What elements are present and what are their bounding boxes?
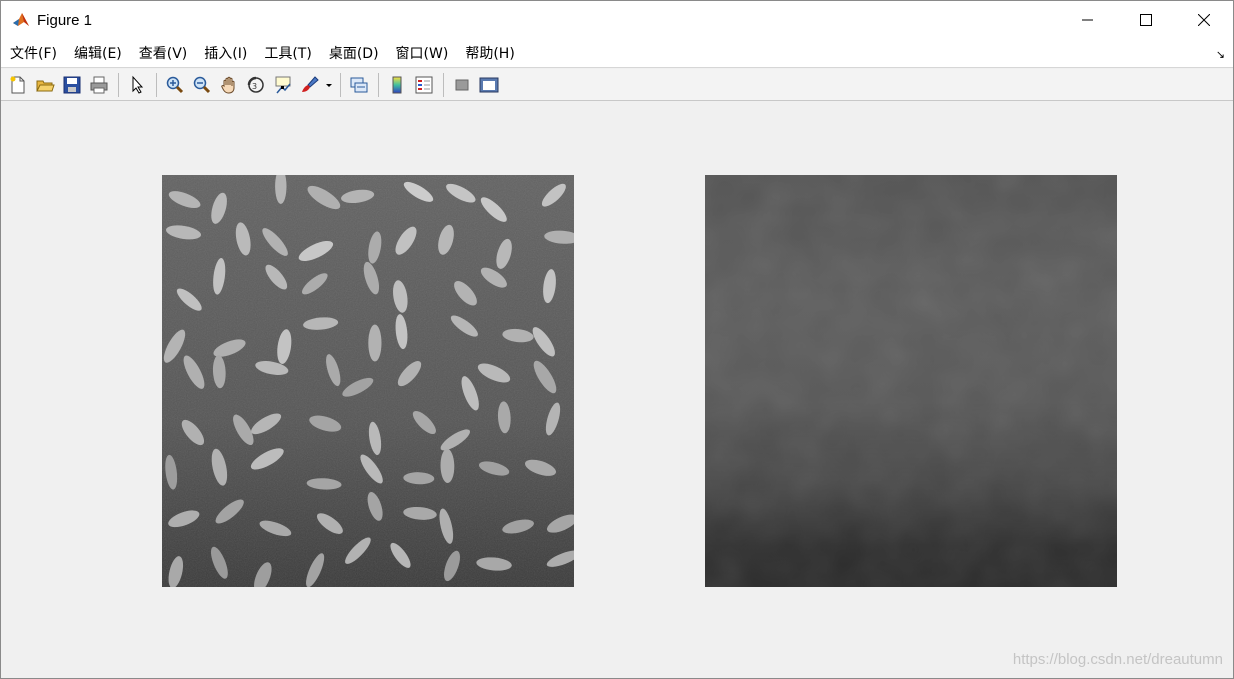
rotate-3d-icon[interactable]: 3 [243,72,269,98]
menu-window[interactable]: 窗口(W) [396,43,449,63]
menu-edit[interactable]: 编辑(E) [74,43,122,63]
menu-insert[interactable]: 插入(I) [204,43,247,63]
link-plot-icon[interactable] [346,72,372,98]
maximize-button[interactable] [1117,1,1175,39]
toolbar-separator [378,72,379,97]
minimize-button[interactable] [1059,1,1117,39]
figure-toolbar: 3 [1,69,1233,101]
title-bar: Figure 1 [1,1,1233,39]
menu-help[interactable]: 帮助(H) [465,43,514,63]
window-title: Figure 1 [37,11,93,29]
menu-tools[interactable]: 工具(T) [264,43,311,63]
select-arrow-icon[interactable] [124,72,150,98]
data-cursor-icon[interactable] [270,72,296,98]
new-figure-icon[interactable] [5,72,31,98]
pan-hand-icon[interactable] [216,72,242,98]
open-file-icon[interactable] [32,72,58,98]
menu-desktop[interactable]: 桌面(D) [329,43,379,63]
maximize-icon [1140,14,1152,26]
toolbar-separator [156,72,157,97]
toolbar-separator [118,72,119,97]
brush-icon[interactable] [297,72,323,98]
rice-grain [368,324,382,362]
axes-left-rice-image[interactable] [162,168,581,593]
watermark-text: https://blog.csdn.net/dreautumn [1012,651,1223,668]
menu-view[interactable]: 查看(V) [139,43,188,63]
show-plot-tools-icon[interactable] [476,72,502,98]
brush-dropdown-icon[interactable] [324,72,334,98]
hide-plot-tools-icon[interactable] [449,72,475,98]
minimize-icon [1082,19,1093,21]
menu-file[interactable]: 文件(F) [10,43,57,63]
axes-right-background-image[interactable] [705,175,1117,587]
background-estimate-image [705,175,1117,587]
print-icon[interactable] [86,72,112,98]
svg-text:3: 3 [252,82,257,91]
legend-icon[interactable] [411,72,437,98]
rice-grains-image [162,168,581,593]
menu-bar: 文件(F) 编辑(E) 查看(V) 插入(I) 工具(T) 桌面(D) 窗口(W… [1,39,1233,68]
save-icon[interactable] [59,72,85,98]
close-icon [1198,14,1210,26]
colorbar-icon[interactable] [384,72,410,98]
dock-arrow-icon[interactable]: ↘ [1216,48,1225,61]
zoom-out-icon[interactable] [189,72,215,98]
toolbar-separator [443,72,444,97]
toolbar-separator [340,72,341,97]
zoom-in-icon[interactable] [162,72,188,98]
close-button[interactable] [1175,1,1233,39]
figure-window: Figure 1 文件(F) 编辑(E) 查看(V) 插入(I) 工具(T) 桌… [0,0,1234,679]
matlab-icon [11,10,31,30]
